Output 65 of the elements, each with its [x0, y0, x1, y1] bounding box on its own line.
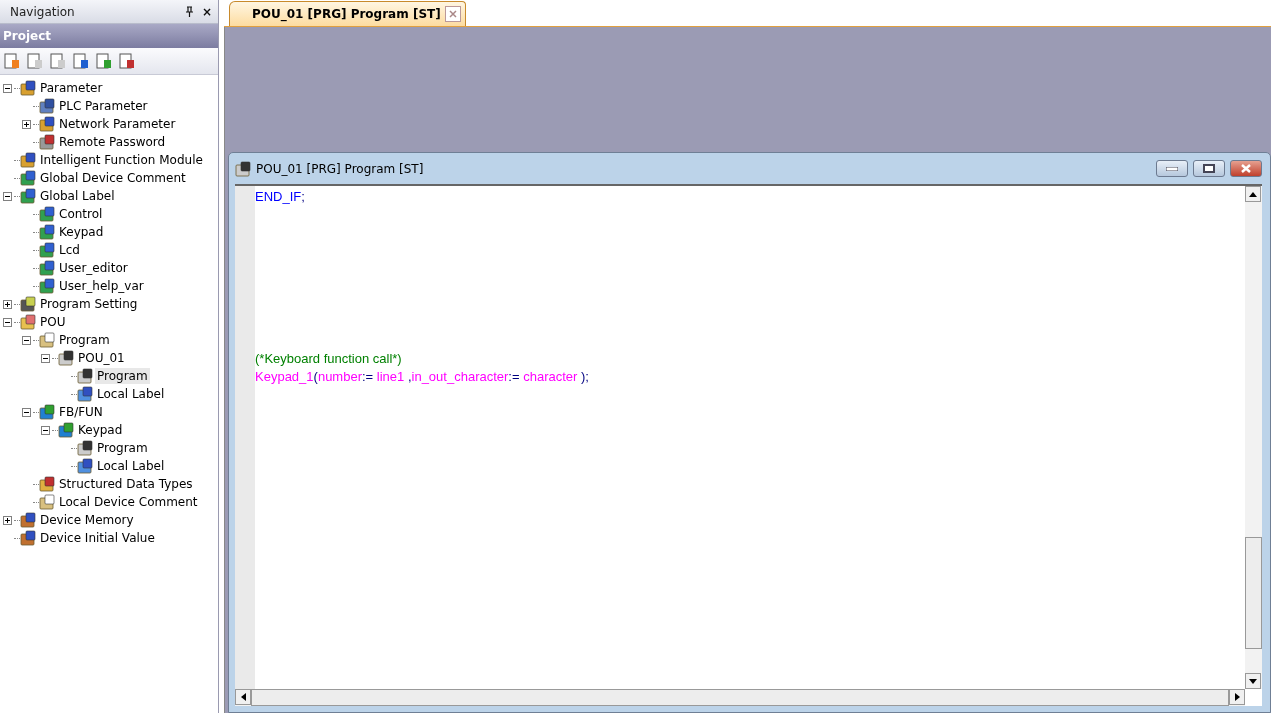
left-arrow-icon: [240, 693, 246, 701]
tree-item[interactable]: User_help_var: [57, 278, 146, 294]
right-arrow-icon: [1234, 693, 1240, 701]
expand-toggle[interactable]: [3, 515, 12, 525]
tree-item[interactable]: Control: [57, 206, 105, 222]
tree-item[interactable]: Device Memory: [38, 512, 136, 528]
tree-item[interactable]: Program: [95, 368, 150, 384]
scroll-down-button[interactable]: [1245, 673, 1261, 689]
close-icon[interactable]: [444, 6, 461, 22]
maximize-button[interactable]: [1193, 160, 1225, 177]
tree-item[interactable]: Lcd: [57, 242, 82, 258]
tree-item[interactable]: Parameter: [38, 80, 105, 96]
collapse-toggle[interactable]: [22, 335, 31, 345]
scrollbar-thumb[interactable]: [1245, 537, 1262, 649]
expand-toggle[interactable]: [3, 299, 12, 309]
plus-icon: [4, 300, 11, 308]
down-arrow-icon: [1249, 678, 1257, 684]
close-button[interactable]: ×: [201, 4, 212, 19]
tree-item[interactable]: User_editor: [57, 260, 130, 276]
tree-item[interactable]: Keypad: [76, 422, 125, 438]
collapse-toggle[interactable]: [22, 407, 31, 417]
restore-icon: [1203, 164, 1215, 173]
scroll-up-button[interactable]: [1245, 186, 1261, 202]
plus-icon: [23, 120, 30, 128]
minimize-button[interactable]: [1156, 160, 1188, 177]
tree-item[interactable]: POU: [38, 314, 68, 330]
tree-item[interactable]: Program Setting: [38, 296, 140, 312]
tree-item[interactable]: Network Parameter: [57, 116, 178, 132]
close-button[interactable]: [1230, 160, 1262, 177]
tree-item[interactable]: FB/FUN: [57, 404, 105, 420]
panel-title: Navigation: [10, 4, 76, 19]
tree-item[interactable]: PLC Parameter: [57, 98, 150, 114]
tree-item[interactable]: Program: [95, 440, 150, 456]
code-line: Keypad_1(number:= line1 ,in_out_character:= character );: [255, 368, 590, 386]
tree-item[interactable]: Local Label: [95, 458, 167, 474]
scroll-right-button[interactable]: [1229, 689, 1245, 705]
up-arrow-icon: [1249, 191, 1257, 197]
project-title: Project: [3, 29, 52, 43]
collapse-toggle[interactable]: [41, 353, 50, 363]
tree-item[interactable]: Remote Password: [57, 134, 168, 150]
code-line: END_IF;: [255, 188, 306, 206]
code-line: (*Keyboard function call*): [255, 350, 403, 368]
tree-item[interactable]: POU_01: [76, 350, 127, 366]
collapse-toggle[interactable]: [3, 191, 12, 201]
collapse-toggle[interactable]: [3, 317, 12, 327]
plus-icon: [4, 516, 11, 524]
collapse-toggle[interactable]: [3, 83, 12, 93]
tree-item[interactable]: Local Device Comment: [57, 494, 200, 510]
tree-item[interactable]: Device Initial Value: [38, 530, 157, 546]
tree-item[interactable]: Local Label: [95, 386, 167, 402]
pin-icon[interactable]: [184, 6, 194, 17]
window-title: POU_01 [PRG] Program [ST]: [256, 161, 425, 176]
tree-item[interactable]: Program: [57, 332, 112, 348]
tree-item[interactable]: Intelligent Function Module: [38, 152, 205, 168]
vertical-scrollbar[interactable]: [1245, 186, 1262, 689]
tree-item[interactable]: Structured Data Types: [57, 476, 195, 492]
minimize-icon: [1166, 166, 1178, 171]
collapse-toggle[interactable]: [41, 425, 50, 435]
tree-item[interactable]: Global Device Comment: [38, 170, 188, 186]
expand-toggle[interactable]: [22, 119, 31, 129]
scroll-left-button[interactable]: [235, 689, 251, 705]
close-icon: [1240, 164, 1252, 173]
tree-item[interactable]: Global Label: [38, 188, 117, 204]
tree-item[interactable]: Keypad: [57, 224, 106, 240]
document-tab[interactable]: POU_01 [PRG] Program [ST]: [229, 1, 466, 26]
